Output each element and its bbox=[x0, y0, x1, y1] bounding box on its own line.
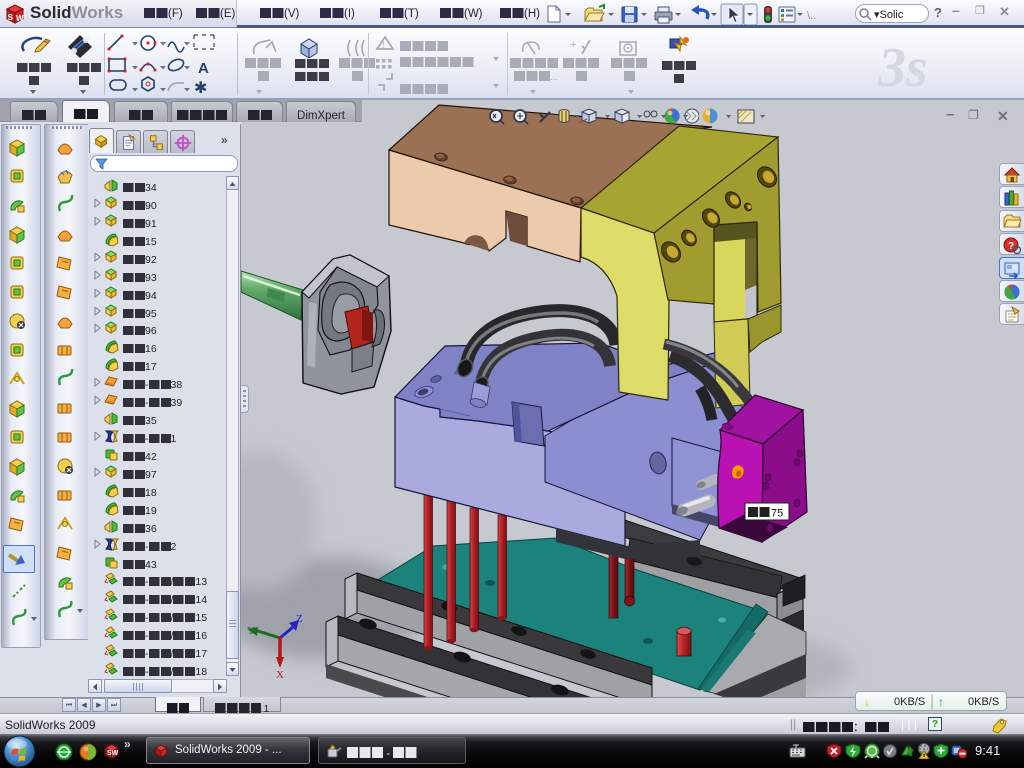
svg-text:+: + bbox=[570, 39, 576, 51]
svg-text:SW: SW bbox=[107, 750, 119, 757]
svg-text:✱: ✱ bbox=[194, 80, 207, 97]
svg-text:Y: Y bbox=[247, 625, 255, 637]
svg-text:X: X bbox=[276, 669, 284, 681]
svg-text:A: A bbox=[198, 60, 209, 77]
svg-text:Z: Z bbox=[296, 613, 303, 625]
svg-text:!: ! bbox=[382, 40, 385, 50]
svg-text:W: W bbox=[16, 14, 24, 23]
svg-text:S: S bbox=[8, 13, 14, 22]
svg-text:\..: \.. bbox=[807, 10, 816, 22]
svg-text:75: 75 bbox=[771, 508, 783, 520]
